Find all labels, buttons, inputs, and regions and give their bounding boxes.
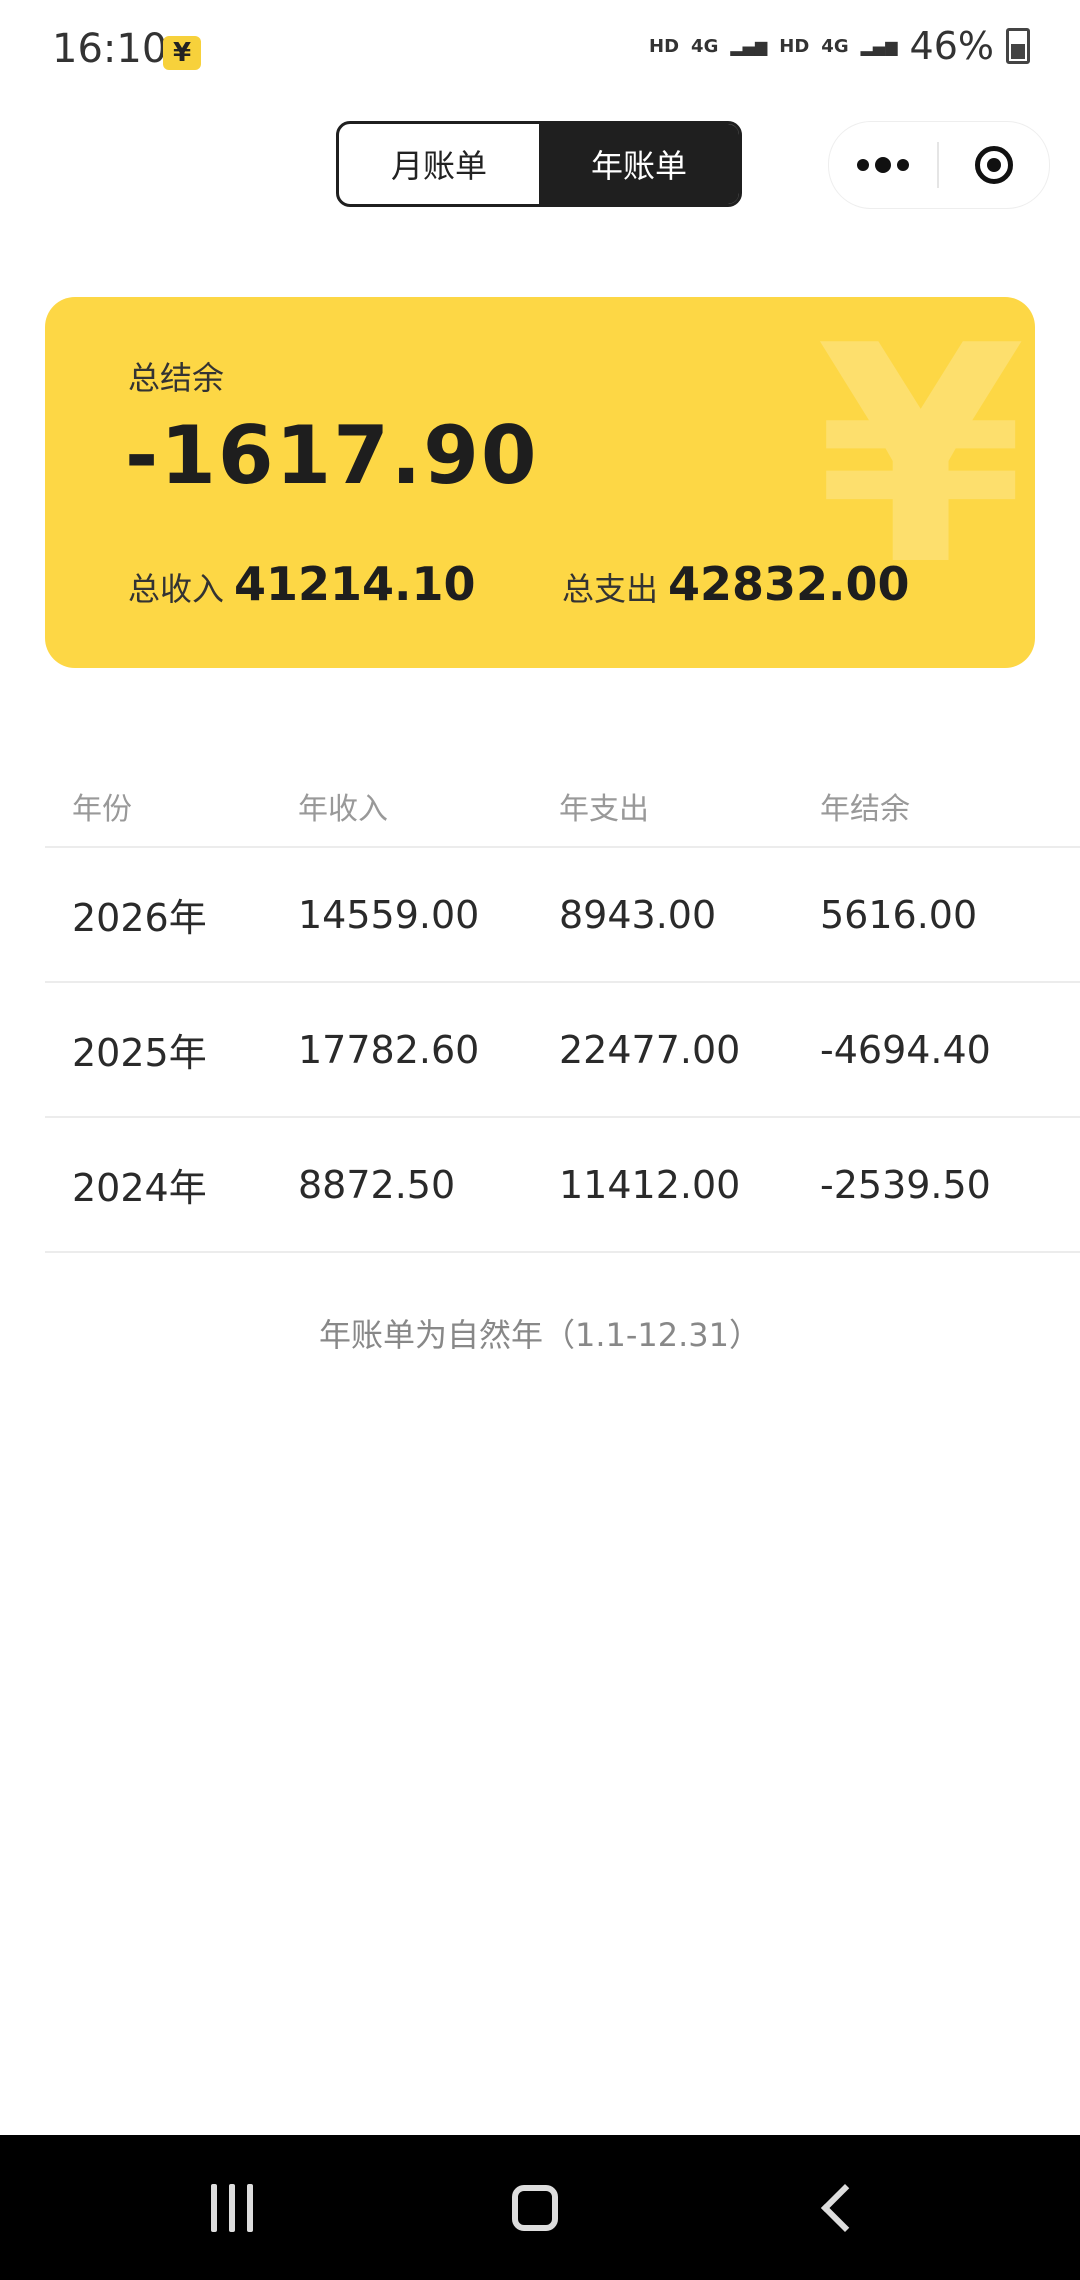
table-header: 年份 年收入 年支出 年结余	[45, 766, 1080, 848]
more-dots-icon[interactable]	[829, 122, 937, 208]
battery-icon	[1006, 28, 1030, 64]
network-4g-label-2: 4G	[821, 35, 849, 57]
home-icon[interactable]	[455, 2135, 615, 2280]
battery-percent: 46%	[909, 24, 994, 68]
cell-year: 2026年	[72, 896, 207, 940]
cell-balance: -4694.40	[820, 1027, 991, 1072]
total-expense: 总支出 42832.00	[562, 557, 910, 611]
header-year: 年份	[72, 792, 132, 827]
recents-icon[interactable]	[152, 2135, 312, 2280]
header-balance: 年结余	[820, 792, 910, 827]
system-nav-bar	[0, 2135, 1080, 2280]
total-balance-label: 总结余	[128, 359, 225, 397]
summary-card: ¥ 总结余 -1617.90 总收入 41214.10 总支出 42832.00	[45, 297, 1035, 668]
total-expense-value: 42832.00	[668, 557, 910, 611]
back-icon[interactable]	[758, 2135, 918, 2280]
total-balance-value: -1617.90	[125, 409, 539, 502]
signal-icon-2: ▂▄▆	[860, 36, 898, 56]
cell-income: 8872.50	[298, 1162, 456, 1207]
header-income: 年收入	[298, 792, 388, 827]
header-expense: 年支出	[559, 792, 649, 827]
natural-year-footnote: 年账单为自然年（1.1-12.31）	[318, 1316, 762, 1354]
cell-income: 14559.00	[298, 892, 480, 937]
yearly-table: 年份 年收入 年支出 年结余 2026年 14559.00 8943.00 56…	[45, 766, 1080, 1253]
cell-year: 2025年	[72, 1031, 207, 1075]
total-expense-label: 总支出	[562, 570, 659, 608]
total-income: 总收入 41214.10	[128, 557, 476, 611]
cell-year: 2024年	[72, 1166, 207, 1210]
hd-label-1: HD	[649, 35, 680, 57]
table-row[interactable]: 2025年 17782.60 22477.00 -4694.40	[45, 983, 1080, 1118]
total-income-label: 总收入	[128, 570, 225, 608]
tab-yearly-bill[interactable]: 年账单	[539, 124, 739, 204]
table-row[interactable]: 2026年 14559.00 8943.00 5616.00	[45, 848, 1080, 983]
cell-expense: 22477.00	[559, 1027, 741, 1072]
cell-expense: 8943.00	[559, 892, 717, 937]
status-time: 16:10	[52, 26, 168, 72]
cell-income: 17782.60	[298, 1027, 480, 1072]
status-bar: 16:10 ¥ HD 4G ▂▄▆ HD 4G ▂▄▆ 46%	[0, 0, 1080, 105]
network-4g-label-1: 4G	[691, 35, 719, 57]
table-row[interactable]: 2024年 8872.50 11412.00 -2539.50	[45, 1118, 1080, 1253]
tab-monthly-bill[interactable]: 月账单	[339, 124, 539, 204]
status-indicators: HD 4G ▂▄▆ HD 4G ▂▄▆ 46%	[649, 24, 1030, 68]
cell-balance: 5616.00	[820, 892, 978, 937]
miniprogram-capsule	[828, 121, 1050, 209]
cell-balance: -2539.50	[820, 1162, 991, 1207]
target-close-icon[interactable]	[939, 122, 1049, 208]
bill-period-tabs: 月账单 年账单	[336, 121, 742, 207]
signal-icon-1: ▂▄▆	[730, 36, 768, 56]
yen-app-icon: ¥	[163, 36, 201, 70]
cell-expense: 11412.00	[559, 1162, 741, 1207]
hd-label-2: HD	[779, 35, 810, 57]
total-income-value: 41214.10	[234, 557, 476, 611]
